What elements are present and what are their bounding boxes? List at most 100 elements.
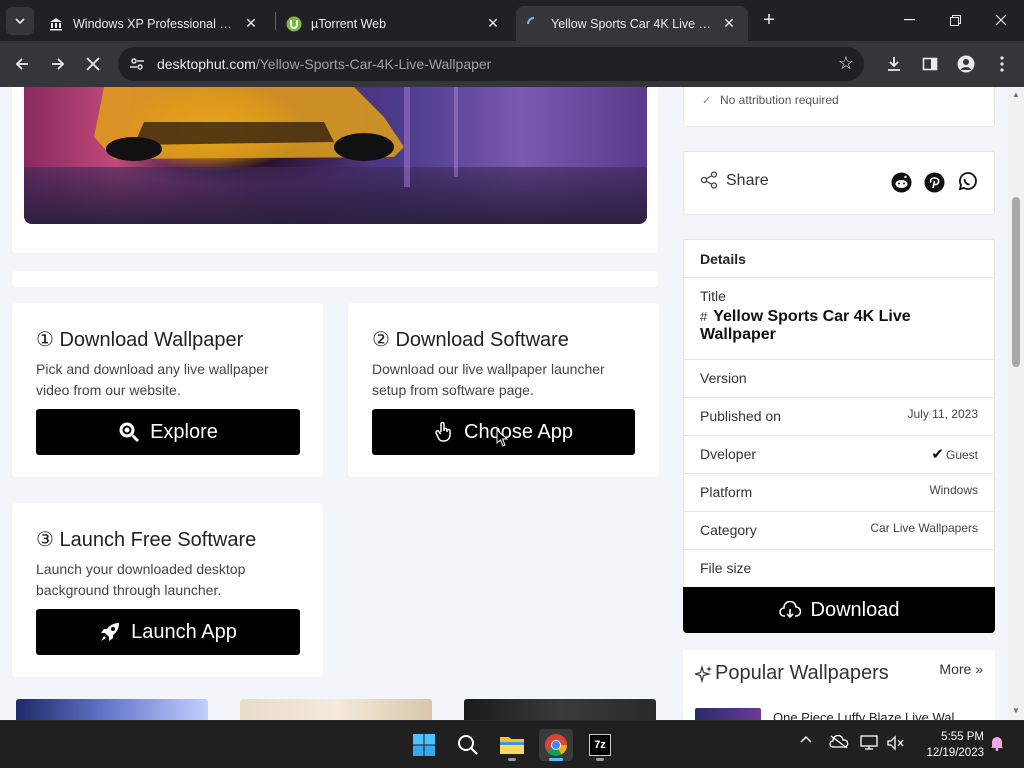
wallpaper-thumbnail[interactable] [16, 699, 208, 720]
details-key: Title [700, 288, 726, 304]
verified-check-icon: ✔ [931, 446, 944, 463]
step-title: ③ Launch Free Software [36, 529, 257, 551]
scrollbar-thumb[interactable] [1012, 197, 1020, 367]
choose-app-button-label: Choose App [464, 420, 573, 443]
restore-button[interactable] [932, 0, 978, 40]
onedrive-offline-icon[interactable] [828, 735, 850, 749]
step-description: Launch your downloaded desktop backgroun… [36, 561, 246, 598]
details-row-platform: Platform Windows [684, 474, 994, 512]
side-panel-icon[interactable] [916, 50, 944, 78]
running-indicator [596, 758, 604, 761]
search-magnifier-icon [118, 421, 140, 443]
downloads-icon[interactable] [880, 50, 908, 78]
divider-card [12, 271, 658, 287]
wallpaper-preview-card [12, 87, 658, 253]
bookmark-star-icon[interactable]: ☆ [838, 53, 854, 74]
network-icon[interactable] [858, 735, 880, 751]
forward-button[interactable] [44, 50, 72, 78]
details-row-version: Version [684, 360, 994, 398]
license-card: ✓ No attribution required [683, 87, 995, 127]
site-settings-icon[interactable] [128, 55, 146, 73]
explore-button[interactable]: Explore [36, 409, 300, 455]
details-header: Details [684, 240, 994, 278]
share-icon [700, 171, 718, 194]
details-row-published: Published on July 11, 2023 [684, 398, 994, 436]
launch-app-button-label: Launch App [131, 620, 237, 643]
search-icon[interactable] [451, 729, 485, 761]
minimize-button[interactable] [886, 0, 932, 40]
system-clock[interactable]: 5:55 PM 12/19/2023 [918, 729, 984, 761]
more-link[interactable]: More » [939, 661, 983, 677]
tab-title: Windows XP Professional SP3 ( [73, 16, 236, 31]
wallpaper-title-text: Yellow Sports Car 4K Live Wallpaper [700, 308, 911, 343]
popular-item-title[interactable]: One Piece Luffy Blaze Live Wal [773, 710, 954, 720]
close-window-button[interactable] [978, 0, 1024, 40]
close-tab-icon[interactable]: ✕ [720, 15, 738, 33]
attribution-text: No attribution required [720, 93, 839, 107]
category-link[interactable]: Car Live Wallpapers [870, 521, 978, 535]
wallpaper-thumbnail[interactable] [240, 699, 432, 720]
details-key: Dveloper [700, 446, 757, 462]
page-scrollbar[interactable]: ▲ ▼ [1008, 87, 1024, 720]
close-tab-icon[interactable]: ✕ [242, 15, 260, 33]
running-indicator [508, 758, 516, 761]
mouse-cursor-icon [496, 428, 509, 452]
page-viewport: ① Download Wallpaper Pick and download a… [0, 87, 1008, 720]
menu-kebab-icon[interactable] [988, 50, 1016, 78]
step-download-wallpaper-card: ① Download Wallpaper Pick and download a… [12, 303, 323, 477]
tab-utorrent[interactable]: µTorrent Web ✕ [276, 6, 512, 41]
whatsapp-icon[interactable] [956, 171, 978, 193]
chrome-icon[interactable] [539, 729, 573, 761]
tab-yellow-sports-car[interactable]: Yellow Sports Car 4K Live Wallp ✕ [516, 6, 748, 41]
start-icon[interactable] [407, 729, 441, 761]
reddit-icon[interactable] [890, 171, 912, 193]
wallpaper-title: # Yellow Sports Car 4K Live Wallpaper [700, 308, 980, 344]
running-indicator [549, 758, 563, 761]
7zip-icon[interactable]: 7z [583, 729, 617, 761]
hash-icon: # [700, 309, 708, 324]
scroll-up-icon[interactable]: ▲ [1012, 90, 1020, 99]
new-tab-button[interactable]: + [758, 9, 780, 31]
bank-building-icon [48, 16, 64, 32]
pinterest-icon[interactable] [923, 171, 945, 193]
url-path: /Yellow-Sports-Car-4K-Live-Wallpaper [255, 56, 492, 72]
url-host: desktophut.com [157, 56, 256, 72]
download-button-label: Download [810, 598, 900, 621]
rocket-icon [99, 621, 121, 643]
popular-wallpapers-card: Popular Wallpapers More » One Piece Luff… [683, 650, 995, 720]
clock-date: 12/19/2023 [926, 747, 984, 759]
details-row-file-size: File size [684, 550, 994, 588]
wallpaper-thumbnail[interactable] [464, 699, 656, 720]
address-bar[interactable]: desktophut.com/Yellow-Sports-Car-4K-Live… [118, 47, 864, 81]
download-button[interactable]: Download [683, 587, 995, 633]
back-button[interactable] [8, 50, 36, 78]
browser-tab-bar: Windows XP Professional SP3 ( ✕ µTorrent… [0, 0, 1024, 41]
file-explorer-icon[interactable] [495, 729, 529, 761]
details-row-title: Title # Yellow Sports Car 4K Live Wallpap… [684, 278, 994, 360]
wallpaper-preview-image[interactable] [24, 87, 647, 224]
checkmark-icon: ✓ [702, 95, 712, 107]
profile-avatar-icon[interactable] [952, 50, 980, 78]
step-launch-software-card: ③ Launch Free Software Launch your downl… [12, 503, 323, 677]
tab-search-chevron-icon[interactable] [6, 7, 34, 35]
notification-bell-icon[interactable] [988, 735, 1006, 751]
details-value: ✔ Guest [931, 445, 978, 463]
details-value: July 11, 2023 [907, 407, 979, 421]
url-text[interactable]: desktophut.com/Yellow-Sports-Car-4K-Live… [157, 56, 491, 72]
scroll-down-icon[interactable]: ▼ [1012, 706, 1020, 715]
explore-button-label: Explore [150, 420, 218, 443]
browser-toolbar: desktophut.com/Yellow-Sports-Car-4K-Live… [0, 41, 1024, 87]
volume-muted-icon[interactable] [884, 735, 906, 751]
details-key: File size [700, 560, 752, 576]
windows-taskbar: 7z 5:55 PM 12/19/2023 [0, 720, 1024, 768]
popular-thumbnail[interactable] [695, 708, 761, 720]
tab-windows-xp[interactable]: Windows XP Professional SP3 ( ✕ [38, 6, 270, 41]
details-value: Windows [929, 483, 978, 497]
share-label: Share [726, 172, 769, 189]
launch-app-button[interactable]: Launch App [36, 609, 300, 655]
details-card: Details Title # Yellow Sports Car 4K Live… [683, 239, 995, 589]
close-tab-icon[interactable]: ✕ [484, 15, 502, 33]
stop-loading-button[interactable] [79, 50, 107, 78]
show-hidden-icons-chevron-icon[interactable] [796, 735, 816, 743]
popular-heading-text: Popular Wallpapers [715, 662, 889, 684]
